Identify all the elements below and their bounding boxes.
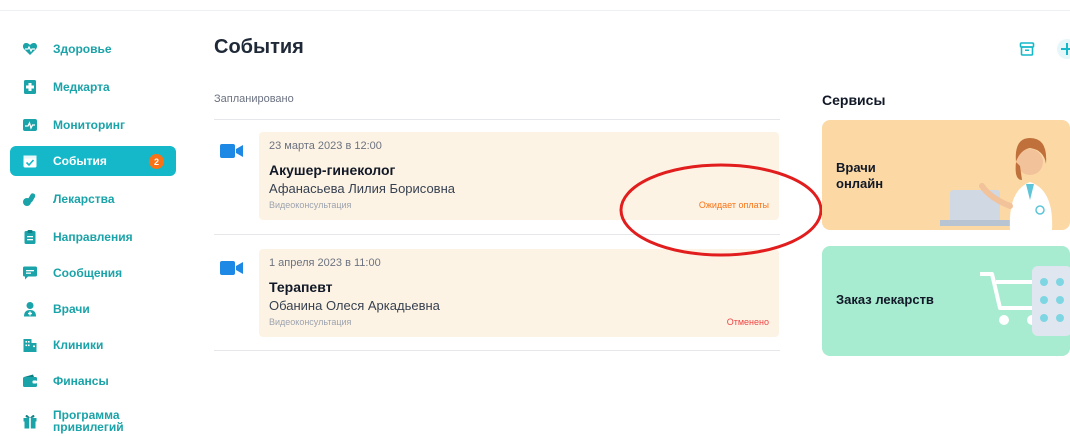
pills-icon	[22, 191, 38, 207]
sidebar-item-label: Направления	[53, 230, 133, 244]
sidebar-item-label: Мониторинг	[53, 118, 125, 132]
sidebar-item-label: Программа привилегий	[53, 408, 124, 434]
service-card-doctors-online[interactable]: Врачи онлайн	[822, 120, 1070, 230]
events-count-badge: 2	[149, 154, 164, 169]
event-specialty: Акушер-гинеколог	[269, 162, 396, 178]
sidebar-item-medcard[interactable]: Медкарта	[10, 72, 176, 102]
top-divider	[0, 10, 1070, 11]
heart-pulse-icon	[22, 41, 38, 57]
service-card-order-medicines[interactable]: Заказ лекарств	[822, 246, 1070, 356]
calendar-check-icon	[22, 153, 38, 169]
sidebar-item-label: Сообщения	[53, 266, 123, 280]
video-camera-icon	[220, 143, 244, 159]
clipboard-icon	[22, 229, 38, 245]
event-divider	[214, 350, 780, 351]
doctor-illustration-icon	[940, 138, 1053, 230]
services-title: Сервисы	[822, 92, 886, 108]
event-date: 1 апреля 2023 в 11:00	[269, 257, 381, 269]
page-title: События	[214, 36, 304, 58]
sidebar-item-label: Клиники	[53, 338, 104, 352]
event-card-2[interactable]: 1 апреля 2023 в 11:00 Терапевт Обанина О…	[259, 249, 779, 337]
sidebar-item-monitoring[interactable]: Мониторинг	[10, 110, 176, 140]
sidebar-item-label: Финансы	[53, 374, 109, 388]
sidebar-item-messages[interactable]: Сообщения	[10, 258, 176, 288]
plus-icon[interactable]	[1052, 38, 1070, 60]
shopping-cart-icon	[980, 266, 1070, 336]
service-label: Врачи онлайн	[836, 160, 884, 191]
doctor-icon	[22, 301, 38, 317]
section-divider	[214, 119, 780, 120]
sidebar-item-label: Лекарства	[53, 192, 115, 206]
chat-icon	[22, 265, 38, 281]
app-page: Здоровье Медкарта Мониторинг События 2 Л…	[0, 0, 1070, 436]
archive-icon[interactable]	[1016, 38, 1038, 60]
medical-card-icon	[22, 79, 38, 95]
sidebar-item-label: Медкарта	[53, 80, 110, 94]
event-date: 23 марта 2023 в 12:00	[269, 140, 382, 152]
event-type: Видеоконсультация	[269, 317, 352, 327]
video-camera-icon	[220, 260, 244, 276]
sidebar-item-label: Здоровье	[53, 42, 112, 56]
event-type: Видеоконсультация	[269, 200, 352, 210]
sidebar-item-clinics[interactable]: Клиники	[10, 330, 176, 360]
sidebar-item-label: События	[53, 154, 107, 168]
event-status-badge: Ожидает оплаты	[698, 200, 769, 210]
gift-icon	[22, 413, 38, 429]
sidebar-item-referrals[interactable]: Направления	[10, 222, 176, 252]
sidebar-item-health[interactable]: Здоровье	[10, 34, 176, 64]
event-doctor-name: Обанина Олеся Аркадьевна	[269, 298, 440, 313]
sidebar-item-privileges[interactable]: Программа привилегий	[10, 406, 150, 436]
service-label: Заказ лекарств	[836, 292, 934, 307]
event-doctor-name: Афанасьева Лилия Борисовна	[269, 181, 455, 196]
sidebar-item-finance[interactable]: Финансы	[10, 366, 176, 396]
wallet-icon	[22, 373, 38, 389]
monitoring-icon	[22, 117, 38, 133]
sidebar-item-medicines[interactable]: Лекарства	[10, 184, 176, 214]
sidebar-item-events[interactable]: События 2	[10, 146, 176, 176]
section-label-planned: Запланировано	[214, 93, 294, 105]
event-divider	[214, 234, 780, 235]
event-card-1[interactable]: 23 марта 2023 в 12:00 Акушер-гинеколог А…	[259, 132, 779, 220]
event-specialty: Терапевт	[269, 279, 333, 295]
clinic-building-icon	[22, 337, 38, 353]
sidebar-item-label: Врачи	[53, 302, 90, 316]
event-status-badge: Отменено	[726, 317, 769, 327]
sidebar-item-doctors[interactable]: Врачи	[10, 294, 176, 324]
